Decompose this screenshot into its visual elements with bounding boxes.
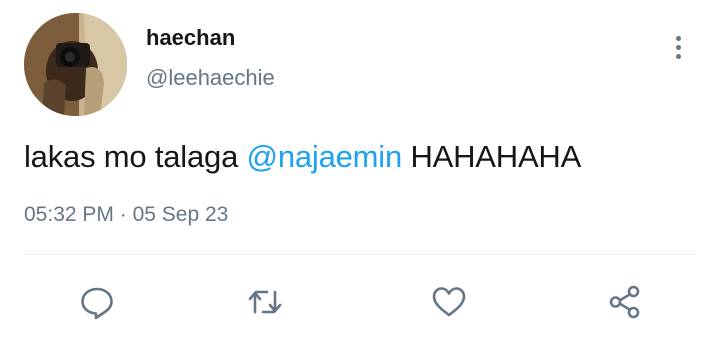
username[interactable]: @leehaechie — [146, 64, 275, 92]
avatar[interactable] — [24, 13, 127, 116]
share-icon — [609, 285, 640, 319]
tweet-timestamp: 05:32 PM · 05 Sep 23 — [24, 202, 228, 228]
mention-link[interactable]: @najaemin — [247, 139, 403, 174]
tweet-date: 05 Sep 23 — [132, 203, 229, 226]
reply-button[interactable] — [79, 284, 115, 320]
tweet-text-suffix: HAHAHAHA — [402, 139, 582, 174]
more-options-button[interactable] — [664, 30, 692, 64]
avatar-image — [24, 13, 127, 116]
tweet-time: 05:32 PM — [24, 203, 114, 226]
retweet-icon — [248, 290, 282, 314]
tweet-text: lakas mo talaga @najaemin HAHAHAHA — [24, 138, 581, 176]
display-name[interactable]: haechan — [146, 24, 235, 52]
like-button[interactable] — [431, 284, 467, 320]
reply-icon — [81, 287, 113, 320]
more-vertical-icon — [675, 35, 681, 41]
tweet-text-prefix: lakas mo talaga — [24, 139, 247, 174]
divider — [24, 254, 696, 255]
retweet-button[interactable] — [247, 284, 283, 320]
meta-separator: · — [119, 203, 127, 226]
heart-icon — [432, 287, 466, 317]
share-button[interactable] — [607, 284, 643, 320]
